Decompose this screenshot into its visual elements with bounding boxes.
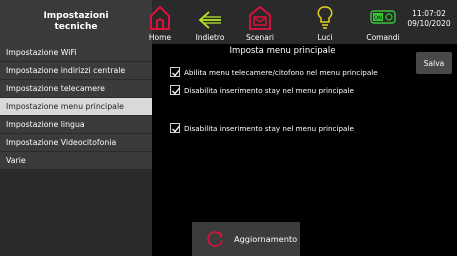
checkbox[interactable] — [170, 85, 181, 95]
nav-back-button[interactable]: Indietro — [188, 2, 232, 42]
home-icon — [150, 5, 170, 30]
scenario-icon — [249, 5, 271, 30]
nav-back-label: Indietro — [195, 33, 225, 42]
lightbulb-icon — [317, 6, 333, 29]
option-label: Disabilita inserimento stay nel menu pri… — [184, 85, 354, 95]
arrow-left-icon — [198, 11, 221, 29]
option-label: Abilita menu telecamere/citofono nel men… — [184, 67, 378, 77]
nav-luci-label: Luci — [317, 33, 333, 42]
sidebar-item-wifi[interactable]: Impostazione WiFi — [0, 44, 152, 61]
nav-home-button[interactable]: Home — [138, 2, 182, 42]
checkbox[interactable] — [170, 67, 181, 77]
top-bar: Impostazioni tecniche Home Indietro Scen… — [0, 0, 457, 44]
refresh-icon — [207, 231, 223, 247]
checkmark-icon — [172, 87, 181, 95]
page-title-line1: Impostazioni — [43, 11, 109, 21]
sidebar-item-language[interactable]: Impostazione lingua — [0, 116, 152, 133]
checkmark-icon — [172, 69, 181, 77]
nav-scenari-label: Scenari — [245, 33, 274, 42]
sidebar-item-main-menu[interactable]: Impostazione menu principale — [0, 98, 152, 115]
clock-date: 09/10/2020 — [407, 19, 451, 28]
nav-comandi-button[interactable]: ON Comandi — [360, 2, 406, 42]
sidebar-item-cameras[interactable]: Impostazione telecamere — [0, 80, 152, 97]
update-button[interactable]: Aggiornamento — [192, 222, 300, 256]
nav-scenari-button[interactable]: Scenari — [238, 2, 282, 42]
page-title-line2: tecniche — [54, 22, 98, 32]
nav-luci-button[interactable]: Luci — [303, 2, 347, 42]
toggle-icon: ON — [370, 10, 396, 24]
save-button[interactable]: Salva — [416, 52, 452, 74]
sidebar: Impostazione WiFi Impostazione indirizzi… — [0, 44, 152, 256]
sidebar-item-misc[interactable]: Varie — [0, 152, 152, 169]
checkmark-icon — [172, 125, 181, 133]
page-title: Impostazioni tecniche — [0, 0, 152, 44]
toggle-badge: ON — [374, 16, 382, 22]
clock-time: 11:07:02 — [412, 9, 446, 18]
option-enable-camera-menu[interactable]: Abilita menu telecamere/citofono nel men… — [170, 67, 378, 77]
update-label: Aggiornamento — [234, 234, 298, 244]
option-disable-stay-1[interactable]: Disabilita inserimento stay nel menu pri… — [170, 85, 354, 95]
section-title: Imposta menu principale — [229, 46, 336, 56]
clock: 11:07:02 09/10/2020 — [407, 9, 451, 29]
option-label: Disabilita inserimento stay nel menu pri… — [184, 123, 354, 133]
sidebar-item-central-addresses[interactable]: Impostazione indirizzi centrale — [0, 62, 152, 79]
nav-comandi-label: Comandi — [366, 33, 400, 42]
nav-home-label: Home — [148, 33, 172, 42]
checkbox[interactable] — [170, 123, 181, 133]
option-disable-stay-2[interactable]: Disabilita inserimento stay nel menu pri… — [170, 123, 354, 133]
sidebar-item-video-intercom[interactable]: Impostazione Videocitofonia — [0, 134, 152, 151]
